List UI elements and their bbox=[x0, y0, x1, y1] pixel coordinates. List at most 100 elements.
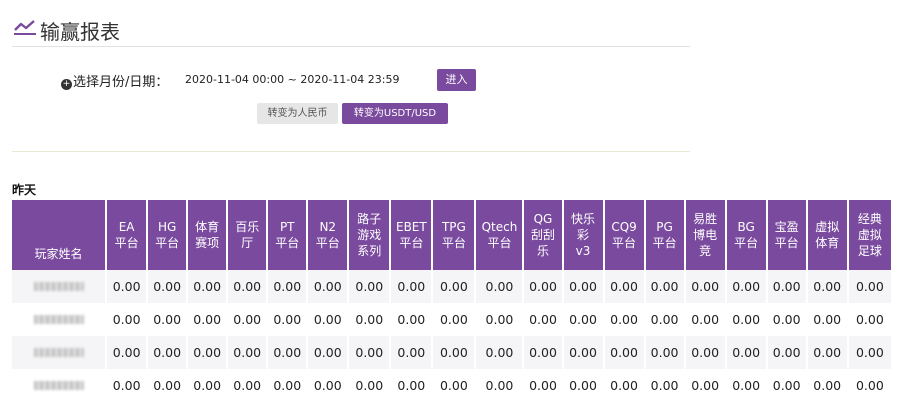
value-cell: 0.00 bbox=[433, 336, 477, 369]
value-cell: 0.00 bbox=[228, 303, 269, 336]
value-cell: 0.00 bbox=[604, 270, 646, 303]
value-cell: 0.00 bbox=[604, 369, 646, 402]
value-cell: 0.00 bbox=[563, 303, 605, 336]
value-cell: 0.00 bbox=[349, 336, 392, 369]
column-header: N2 平台 bbox=[308, 200, 350, 270]
column-header: 宝盈 平台 bbox=[767, 200, 808, 270]
value-cell: 0.00 bbox=[391, 336, 434, 369]
value-cell: 0.00 bbox=[107, 270, 149, 303]
player-name-cell bbox=[12, 369, 108, 402]
value-cell: 0.00 bbox=[767, 270, 808, 303]
column-header: 百乐厅 bbox=[228, 200, 269, 270]
value-cell: 0.00 bbox=[807, 336, 849, 369]
player-name-cell bbox=[12, 270, 108, 303]
value-cell: 0.00 bbox=[645, 336, 686, 369]
value-cell: 0.00 bbox=[148, 303, 189, 336]
value-cell: 0.00 bbox=[391, 303, 434, 336]
table-row: 0.00 0.00 0.00 0.00 0.00 0.00 0.00 0.00 0.00 0.00… bbox=[12, 336, 891, 369]
section-title: 昨天 bbox=[12, 183, 37, 197]
value-cell: 0.00 bbox=[148, 270, 189, 303]
value-cell: 0.00 bbox=[268, 270, 309, 303]
convert-usdt-button[interactable]: 转变为USDT/USD bbox=[342, 103, 448, 124]
value-cell: 0.00 bbox=[308, 303, 350, 336]
value-cell: 0.00 bbox=[107, 369, 149, 402]
column-header: Qtech 平台 bbox=[476, 200, 525, 270]
value-cell: 0.00 bbox=[188, 303, 229, 336]
value-cell: 0.00 bbox=[148, 336, 189, 369]
table-row: 0.00 0.00 0.00 0.00 0.00 0.00 0.00 0.00 0.00 0.00… bbox=[12, 270, 891, 303]
column-header: 经典 虚拟 足球 bbox=[848, 200, 891, 270]
redacted-player-name bbox=[33, 315, 84, 324]
value-cell: 0.00 bbox=[685, 369, 727, 402]
column-header-player-name: 玩家姓名 bbox=[12, 200, 108, 270]
value-cell: 0.00 bbox=[685, 303, 727, 336]
value-cell: 0.00 bbox=[433, 270, 477, 303]
column-header: 体育 赛项 bbox=[188, 200, 229, 270]
page-title: 输赢报表 bbox=[40, 20, 120, 44]
value-cell: 0.00 bbox=[604, 303, 646, 336]
value-cell: 0.00 bbox=[645, 369, 686, 402]
value-cell: 0.00 bbox=[524, 303, 564, 336]
value-cell: 0.00 bbox=[433, 303, 477, 336]
value-cell: 0.00 bbox=[685, 270, 727, 303]
value-cell: 0.00 bbox=[107, 336, 149, 369]
value-cell: 0.00 bbox=[807, 369, 849, 402]
column-header: HG 平台 bbox=[148, 200, 189, 270]
value-cell: 0.00 bbox=[807, 303, 849, 336]
value-cell: 0.00 bbox=[726, 303, 768, 336]
convert-rmb-button[interactable]: 转变为人民币 bbox=[257, 103, 338, 124]
player-name-cell bbox=[12, 336, 108, 369]
column-header: BG 平台 bbox=[726, 200, 768, 270]
value-cell: 0.00 bbox=[563, 336, 605, 369]
value-cell: 0.00 bbox=[148, 369, 189, 402]
value-cell: 0.00 bbox=[524, 336, 564, 369]
value-cell: 0.00 bbox=[391, 270, 434, 303]
value-cell: 0.00 bbox=[848, 303, 891, 336]
value-cell: 0.00 bbox=[188, 336, 229, 369]
column-header: EBET 平台 bbox=[391, 200, 434, 270]
enter-button[interactable]: 进入 bbox=[437, 69, 476, 91]
column-header: 路子 游戏 系列 bbox=[349, 200, 392, 270]
value-cell: 0.00 bbox=[476, 303, 525, 336]
date-range-input[interactable]: 2020-11-04 00:00 ~ 2020-11-04 23:59 bbox=[185, 73, 399, 86]
value-cell: 0.00 bbox=[767, 303, 808, 336]
date-filter-label-text: 选择月份/日期： bbox=[73, 75, 169, 90]
value-cell: 0.00 bbox=[726, 270, 768, 303]
value-cell: 0.00 bbox=[604, 336, 646, 369]
column-header: PG 平台 bbox=[645, 200, 686, 270]
value-cell: 0.00 bbox=[107, 303, 149, 336]
value-cell: 0.00 bbox=[308, 369, 350, 402]
redacted-player-name bbox=[33, 381, 84, 390]
page-header: 输赢报表 bbox=[12, 14, 690, 47]
value-cell: 0.00 bbox=[848, 270, 891, 303]
value-cell: 0.00 bbox=[476, 270, 525, 303]
value-cell: 0.00 bbox=[349, 369, 392, 402]
value-cell: 0.00 bbox=[433, 369, 477, 402]
value-cell: 0.00 bbox=[391, 369, 434, 402]
win-loss-table: 玩家姓名 EA 平台 HG 平台 体育 赛项 百乐厅 PT 平台 N2 平台 路子 游戏 系列 EBET 平台… bbox=[12, 200, 891, 402]
column-header: 虚拟 体育 bbox=[807, 200, 849, 270]
table-body: 0.00 0.00 0.00 0.00 0.00 0.00 0.00 0.00 0.00 0.00… bbox=[12, 270, 891, 402]
value-cell: 0.00 bbox=[848, 336, 891, 369]
value-cell: 0.00 bbox=[268, 369, 309, 402]
value-cell: 0.00 bbox=[349, 303, 392, 336]
value-cell: 0.00 bbox=[767, 369, 808, 402]
value-cell: 0.00 bbox=[188, 369, 229, 402]
value-cell: 0.00 bbox=[349, 270, 392, 303]
value-cell: 0.00 bbox=[268, 303, 309, 336]
column-header: 易胜 博电竞 bbox=[685, 200, 727, 270]
table-row: 0.00 0.00 0.00 0.00 0.00 0.00 0.00 0.00 0.00 0.00… bbox=[12, 369, 891, 402]
value-cell: 0.00 bbox=[228, 336, 269, 369]
value-cell: 0.00 bbox=[726, 369, 768, 402]
value-cell: 0.00 bbox=[308, 270, 350, 303]
table-row: 0.00 0.00 0.00 0.00 0.00 0.00 0.00 0.00 0.00 0.00… bbox=[12, 303, 891, 336]
value-cell: 0.00 bbox=[228, 369, 269, 402]
column-header: 快乐彩 v3 bbox=[563, 200, 605, 270]
trend-chart-icon bbox=[14, 20, 36, 35]
column-header: CQ9 平台 bbox=[604, 200, 646, 270]
value-cell: 0.00 bbox=[767, 336, 808, 369]
value-cell: 0.00 bbox=[188, 270, 229, 303]
column-header: PT 平台 bbox=[268, 200, 309, 270]
value-cell: 0.00 bbox=[645, 303, 686, 336]
value-cell: 0.00 bbox=[563, 369, 605, 402]
